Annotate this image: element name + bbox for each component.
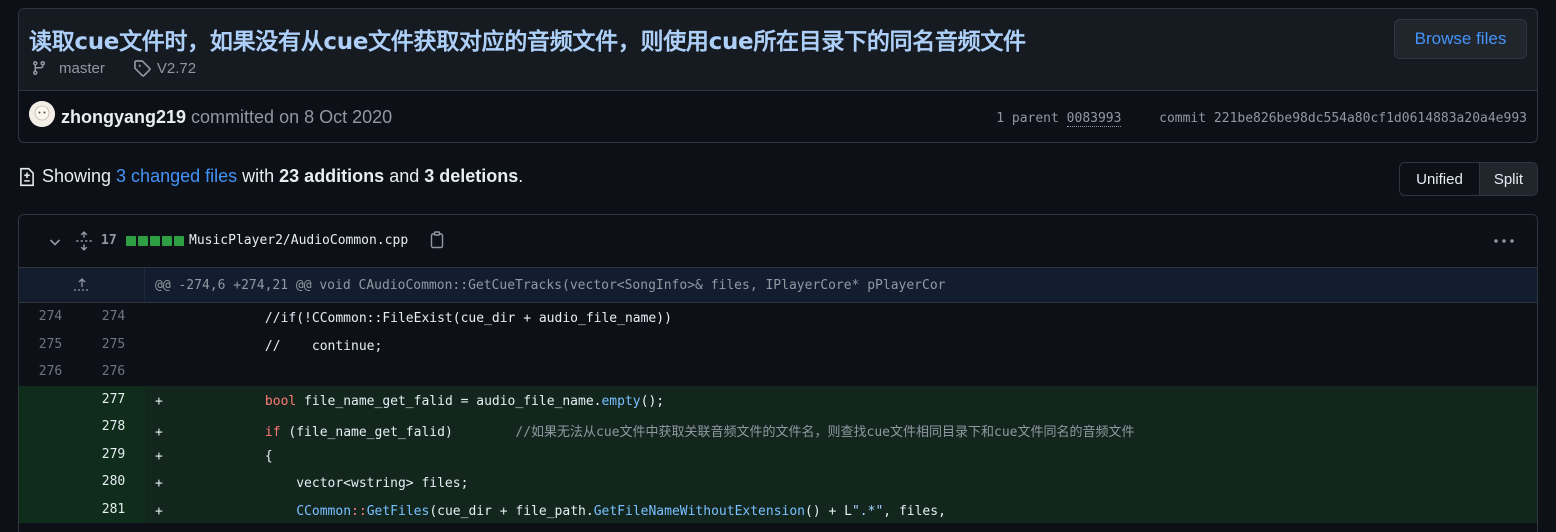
- line-code: + if (file_name_get_falid) //如果无法从cue文件中…: [145, 413, 1537, 441]
- expand-icon[interactable]: [75, 231, 93, 256]
- old-line-number[interactable]: 276: [19, 358, 82, 386]
- commit-label: commit: [1159, 111, 1207, 126]
- file-path[interactable]: MusicPlayer2/AudioCommon.cpp: [189, 233, 408, 248]
- diff-summary: Showing 3 changed files with 23 addition…: [18, 166, 523, 187]
- commit-title: 读取cue文件时，如果没有从cue文件获取对应的音频文件，则使用cue所在目录下…: [29, 29, 1026, 55]
- browse-files-button[interactable]: Browse files: [1394, 19, 1527, 59]
- diffstat-blocks: [126, 236, 185, 246]
- branch-name[interactable]: master: [59, 60, 105, 77]
- commit-author-row: zhongyang219 committed on 8 Oct 2020 1 p…: [19, 92, 1537, 142]
- new-line-number[interactable]: 277: [82, 385, 145, 413]
- hunk-header: @@ -274,6 +274,21 @@ void CAudioCommon::…: [155, 277, 946, 293]
- old-line-number: [19, 495, 82, 523]
- commit-ids: 1 parent 0083993 commit 221be826be98dc55…: [996, 111, 1527, 127]
- summary-and: and: [389, 166, 420, 186]
- diff-line: 274 274 //if(!CCommon::FileExist(cue_dir…: [19, 303, 1537, 331]
- new-line-number[interactable]: 281: [82, 495, 145, 523]
- diff-line-added: 277 + bool file_name_get_falid = audio_f…: [19, 385, 1537, 413]
- new-line-number[interactable]: 275: [82, 330, 145, 358]
- old-line-number: [19, 385, 82, 413]
- split-view-button[interactable]: Split: [1479, 163, 1537, 195]
- copy-icon[interactable]: [429, 231, 445, 254]
- new-line-number[interactable]: 279: [82, 440, 145, 468]
- line-code: // continue;: [145, 330, 1537, 358]
- diff-line-added: 279 + {: [19, 440, 1537, 468]
- parent-label: 1 parent: [996, 111, 1059, 126]
- avatar[interactable]: [29, 101, 55, 127]
- diff-line-added: 280 + vector<wstring> files;: [19, 468, 1537, 496]
- git-branch-icon: [31, 60, 47, 76]
- diff-lines: 274 274 //if(!CCommon::FileExist(cue_dir…: [19, 303, 1537, 523]
- summary-showing: Showing: [42, 166, 112, 186]
- line-code: + bool file_name_get_falid = audio_file_…: [145, 385, 1537, 413]
- expand-up-icon[interactable]: [19, 268, 145, 302]
- diff-view-toggle: Unified Split: [1399, 162, 1538, 196]
- changed-files-link[interactable]: 3 changed files: [116, 166, 237, 187]
- new-line-number[interactable]: 274: [82, 303, 145, 331]
- file-diff-icon: [18, 167, 36, 187]
- change-count: 17: [101, 233, 117, 248]
- diff-line: 275 275 // continue;: [19, 330, 1537, 358]
- old-line-number: [19, 440, 82, 468]
- new-line-number[interactable]: 276: [82, 358, 145, 386]
- line-code: + vector<wstring> files;: [145, 468, 1537, 496]
- file-diff: 17 MusicPlayer2/AudioCommon.cpp @@ -274,…: [18, 214, 1538, 532]
- author-name[interactable]: zhongyang219: [61, 107, 186, 127]
- summary-with: with: [242, 166, 275, 186]
- line-code: + CCommon::GetFiles(cue_dir + file_path.…: [145, 495, 1537, 523]
- author-line: zhongyang219 committed on 8 Oct 2020: [61, 107, 392, 128]
- kebab-icon[interactable]: [1493, 232, 1515, 255]
- old-line-number: [19, 413, 82, 441]
- new-line-number[interactable]: 280: [82, 468, 145, 496]
- old-line-number[interactable]: 274: [19, 303, 82, 331]
- tag-icon: [133, 59, 151, 77]
- additions-count: 23 additions: [279, 166, 385, 186]
- deletions-count: 3 deletions: [424, 166, 519, 186]
- commit-header: 读取cue文件时，如果没有从cue文件获取对应的音频文件，则使用cue所在目录下…: [18, 8, 1538, 143]
- old-line-number: [19, 468, 82, 496]
- commit-top-bar: 读取cue文件时，如果没有从cue文件获取对应的音频文件，则使用cue所在目录下…: [19, 9, 1537, 91]
- diff-line-added: 281 + CCommon::GetFiles(cue_dir + file_p…: [19, 495, 1537, 523]
- line-code: [145, 358, 1537, 386]
- parent-sha-link[interactable]: 0083993: [1066, 111, 1122, 127]
- diff-line: 276 276: [19, 358, 1537, 386]
- old-line-number[interactable]: 275: [19, 330, 82, 358]
- new-line-number[interactable]: 278: [82, 413, 145, 441]
- hunk-header-row: @@ -274,6 +274,21 @@ void CAudioCommon::…: [19, 268, 1537, 303]
- line-code: + {: [145, 440, 1537, 468]
- chevron-down-icon[interactable]: [47, 234, 63, 255]
- line-code: //if(!CCommon::FileExist(cue_dir + audio…: [145, 303, 1537, 331]
- commit-meta: master V2.72: [31, 59, 196, 77]
- commit-sha: 221be826be98dc554a80cf1d0614883a20a4e993: [1213, 111, 1527, 126]
- committed-date: committed on 8 Oct 2020: [191, 107, 393, 127]
- unified-view-button[interactable]: Unified: [1400, 163, 1480, 195]
- summary-period: .: [518, 166, 524, 186]
- tag-name[interactable]: V2.72: [157, 60, 196, 77]
- diff-line-added: 278 + if (file_name_get_falid) //如果无法从cu…: [19, 413, 1537, 441]
- file-header: 17 MusicPlayer2/AudioCommon.cpp: [19, 215, 1537, 268]
